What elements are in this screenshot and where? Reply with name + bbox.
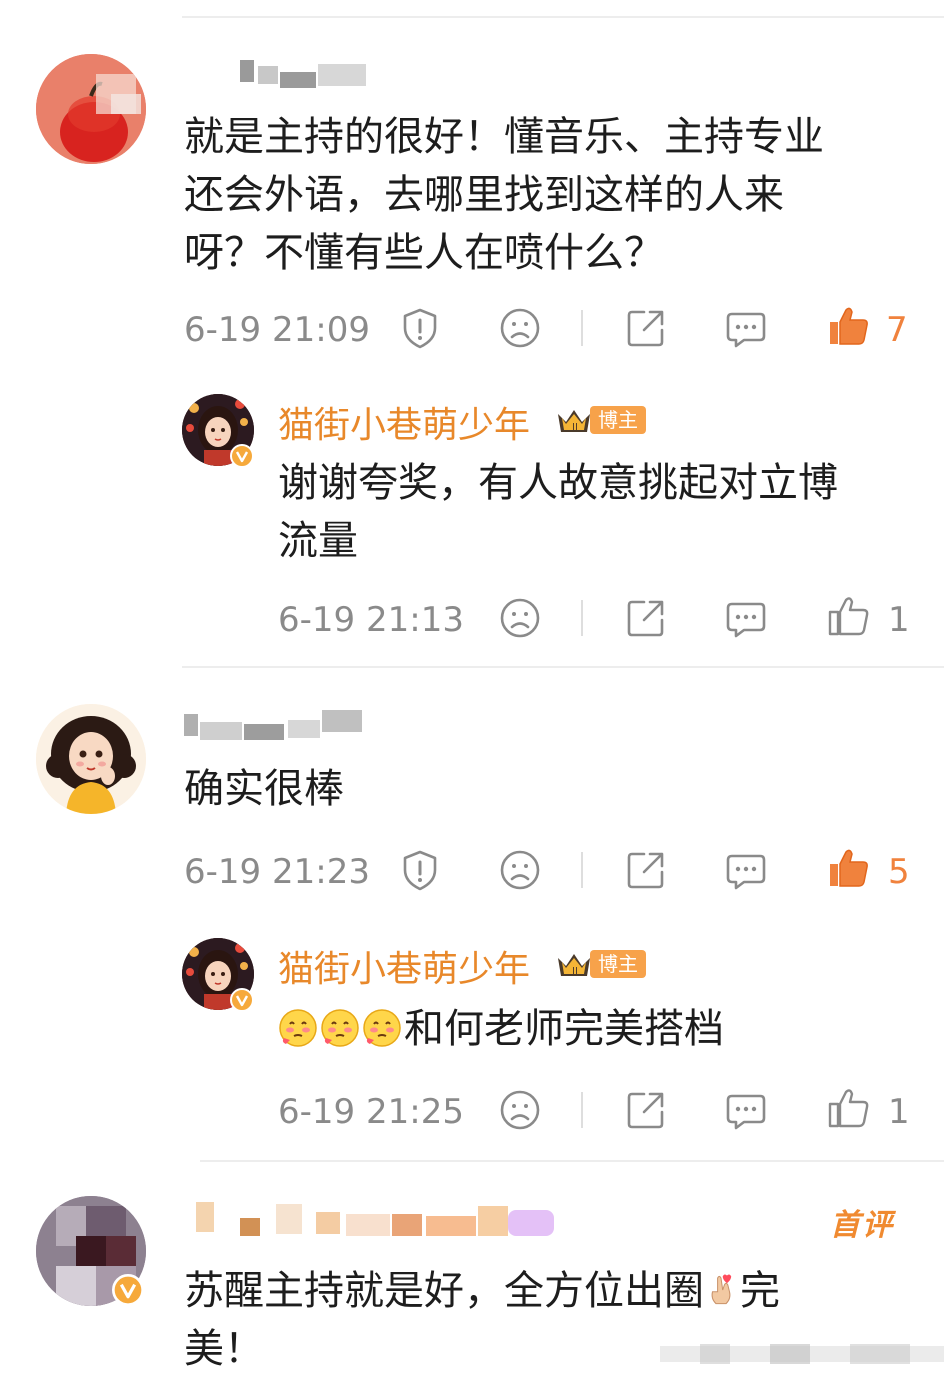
like-count: 5 — [888, 852, 910, 892]
action-separator — [581, 600, 583, 636]
reply-text-line: 流量 — [278, 518, 358, 564]
action-separator — [581, 852, 583, 888]
thumbs-up-icon[interactable] — [826, 846, 870, 890]
share-icon[interactable] — [624, 306, 668, 350]
blurred-watermark — [660, 1342, 944, 1366]
crown-badge-icon: II — [558, 410, 590, 433]
svg-text:II: II — [572, 422, 578, 433]
comment-text-line: 苏醒主持就是好，全方位出圈 — [184, 1268, 704, 1314]
comment-text-line: 完 — [740, 1268, 780, 1314]
curly-girl-avatar-icon — [36, 704, 146, 814]
comment-text: 确实很棒 — [184, 766, 344, 812]
author-name[interactable]: 猫街小巷萌少年 — [278, 396, 530, 448]
comment-divider — [200, 1160, 944, 1162]
badge-label: 博主 — [590, 950, 646, 978]
reply-text-content: 和何老师完美搭档 — [404, 1006, 724, 1052]
verified-v-icon — [112, 1274, 144, 1306]
action-separator — [581, 1092, 583, 1128]
timestamp: 6-19 21:25 — [278, 1092, 464, 1132]
apple-avatar-icon — [36, 54, 146, 164]
finger-heart-emoji-icon — [711, 1274, 732, 1305]
author-name[interactable]: 猫街小巷萌少年 — [278, 940, 530, 992]
report-icon[interactable] — [398, 306, 442, 350]
comment-text-line: 就是主持的很好！懂音乐、主持专业 — [184, 114, 824, 160]
crown-badge-icon: II — [558, 954, 590, 977]
comment-icon[interactable] — [724, 306, 768, 350]
verified-v-icon — [230, 988, 254, 1012]
blurred-username[interactable] — [184, 56, 384, 90]
share-icon[interactable] — [624, 1088, 668, 1132]
thumbs-up-icon[interactable] — [826, 1086, 870, 1130]
dislike-face-icon[interactable] — [498, 1088, 542, 1132]
reply-text: 谢谢夸奖，有人故意挑起对立博 流量 — [278, 454, 918, 570]
thumbs-up-icon[interactable] — [826, 304, 870, 348]
avatar[interactable] — [36, 704, 146, 814]
blurred-username[interactable] — [184, 704, 384, 740]
timestamp: 6-19 21:09 — [184, 310, 370, 350]
like-count: 1 — [888, 1092, 910, 1132]
like-count: 1 — [888, 600, 910, 640]
like-count: 7 — [886, 310, 908, 350]
dislike-face-icon[interactable] — [498, 848, 542, 892]
share-icon[interactable] — [624, 596, 668, 640]
blogger-badge: II 博主 — [554, 404, 646, 436]
verified-v-icon — [230, 444, 254, 468]
blush-emoji-icon — [321, 1009, 359, 1047]
dislike-face-icon[interactable] — [498, 306, 542, 350]
comment-text: 就是主持的很好！懂音乐、主持专业 还会外语，去哪里找到这样的人来 呀？不懂有些人… — [184, 108, 924, 282]
reply-text-line: 谢谢夸奖，有人故意挑起对立博 — [278, 460, 838, 506]
report-icon[interactable] — [398, 848, 442, 892]
blush-emoji-icon — [279, 1009, 317, 1047]
timestamp: 6-19 21:13 — [278, 600, 464, 640]
comment-text-line: 呀？不懂有些人在喷什么？ — [184, 230, 664, 276]
comment-text-line: 还会外语，去哪里找到这样的人来 — [184, 172, 784, 218]
badge-label: 博主 — [590, 406, 646, 434]
share-icon[interactable] — [624, 848, 668, 892]
blurred-username[interactable] — [196, 1196, 556, 1240]
timestamp: 6-19 21:23 — [184, 852, 370, 892]
comment-divider — [182, 666, 944, 668]
top-divider — [182, 16, 944, 18]
comment-icon[interactable] — [724, 1088, 768, 1132]
dislike-face-icon[interactable] — [498, 596, 542, 640]
thumbs-up-icon[interactable] — [826, 594, 870, 638]
action-separator — [581, 310, 583, 346]
reply-text: 和何老师完美搭档 — [278, 1000, 918, 1058]
blogger-badge: II 博主 — [554, 948, 646, 980]
comment-icon[interactable] — [724, 596, 768, 640]
first-comment-tag: 首评 — [830, 1208, 894, 1243]
avatar[interactable] — [36, 54, 146, 164]
comment-icon[interactable] — [724, 848, 768, 892]
blush-emoji-icon — [363, 1009, 401, 1047]
svg-text:II: II — [572, 966, 578, 977]
